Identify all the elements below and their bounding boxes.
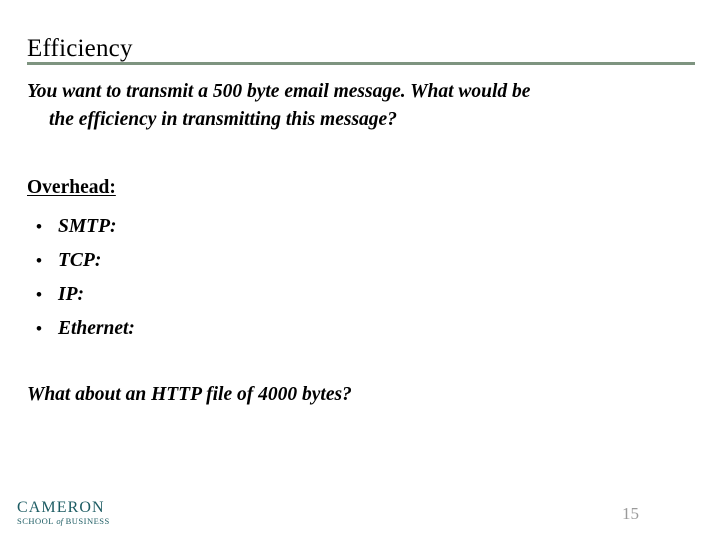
list-item: • IP: [27,278,135,312]
logo-tagline-business: BUSINESS [65,516,110,526]
list-item-label: Ethernet: [58,318,135,339]
overhead-section: Overhead: [27,178,116,198]
cameron-school-of-business-logo: CAMERON SCHOOL of BUSINESS [17,500,110,526]
list-item: • Ethernet: [27,312,135,346]
intro-line-2: the efficiency in transmitting this mess… [49,108,397,130]
title-divider-rule [27,62,695,65]
logo-tagline-of: of [56,516,63,526]
page-number: 15 [622,504,639,523]
logo-wordmark: CAMERON [17,499,105,516]
bullet-point-icon: • [36,217,42,236]
list-item-label: TCP: [58,250,102,271]
page-title: Efficiency [27,34,133,62]
intro-paragraph: You want to transmit a 500 byte email me… [27,78,699,133]
overhead-heading: Overhead: [27,177,116,198]
list-item-label: SMTP: [58,216,117,237]
bullet-point-icon: • [36,319,42,338]
bullet-point-icon: • [36,285,42,304]
closing-question: What about an HTTP file of 4000 bytes? [27,384,352,405]
intro-line-1: You want to transmit a 500 byte email me… [27,81,531,102]
logo-tagline: SCHOOL of BUSINESS [17,517,110,526]
logo-tagline-school: SCHOOL [17,516,54,526]
list-item: • SMTP: [27,210,135,244]
slide-body: You want to transmit a 500 byte email me… [27,78,699,133]
bullet-point-icon: • [36,251,42,270]
overhead-bullet-list: • SMTP: • TCP: • IP: • Ethernet: [27,210,135,346]
presentation-slide: Efficiency You want to transmit a 500 by… [0,0,720,540]
list-item-label: IP: [58,284,84,305]
list-item: • TCP: [27,244,135,278]
